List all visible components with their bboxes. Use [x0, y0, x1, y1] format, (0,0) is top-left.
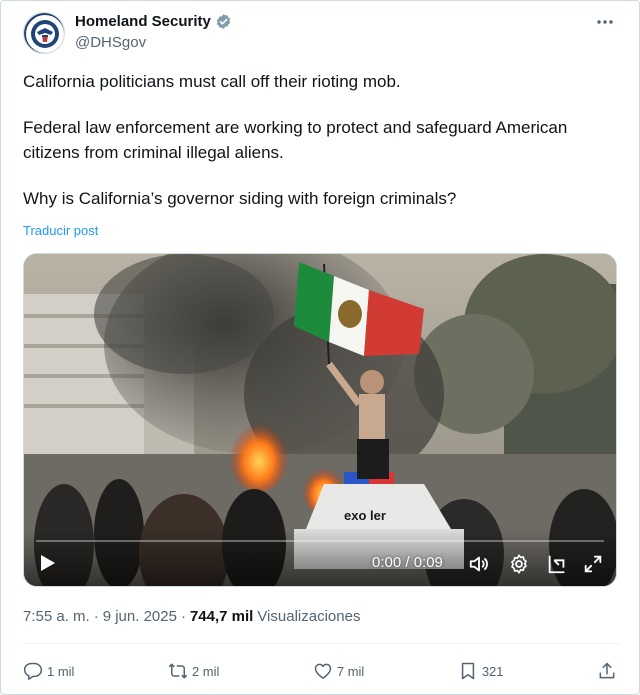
- fullscreen-icon[interactable]: [582, 553, 604, 575]
- account-names: Homeland Security @DHSgov: [75, 13, 232, 51]
- more-options-icon[interactable]: [591, 12, 619, 32]
- post-text: California politicians must call off the…: [23, 69, 623, 211]
- views-label: Visualizaciones: [257, 608, 361, 625]
- reply-icon: [23, 662, 43, 680]
- meta-separator: ·: [93, 608, 99, 625]
- post-text-line: Federal law enforcement are working to p…: [23, 118, 568, 137]
- pip-icon[interactable]: [546, 553, 568, 575]
- car-door-text: exo ler: [344, 508, 386, 523]
- verified-badge-icon: [216, 14, 231, 29]
- repost-button[interactable]: 2 mil: [168, 661, 219, 681]
- translate-post-link[interactable]: Traducir post: [23, 223, 98, 238]
- share-button[interactable]: [597, 661, 617, 681]
- post-actions: 1 mil 2 mil 7 mil 321: [23, 657, 617, 685]
- heart-icon: [314, 663, 332, 679]
- post-date[interactable]: 9 jun. 2025: [103, 608, 177, 625]
- dhs-seal-icon[interactable]: [23, 12, 65, 54]
- video-player[interactable]: exo ler 0:00 / 0:09: [23, 253, 617, 587]
- post-text-line: citizens from criminal illegal aliens.: [23, 143, 284, 162]
- post-text-line: Why is California’s governor siding with…: [23, 189, 457, 208]
- divider: [23, 643, 619, 644]
- bookmark-button[interactable]: 321: [458, 661, 504, 681]
- post-time[interactable]: 7:55 a. m.: [23, 608, 90, 625]
- repost-count: 2 mil: [191, 663, 220, 679]
- bookmark-icon: [461, 662, 474, 680]
- video-time: 0:00 / 0:09: [372, 554, 443, 571]
- post-card: Homeland Security @DHSgov California pol…: [0, 0, 640, 695]
- video-controls: 0:00 / 0:09: [24, 530, 616, 586]
- post-text-line: California politicians must call off the…: [23, 72, 401, 91]
- meta-separator: ·: [180, 608, 186, 625]
- like-button[interactable]: 7 mil: [313, 661, 364, 681]
- play-icon[interactable]: [36, 552, 58, 574]
- settings-icon[interactable]: [508, 553, 530, 575]
- reply-button[interactable]: 1 mil: [23, 661, 74, 681]
- bookmark-count: 321: [481, 663, 504, 679]
- post-meta: 7:55 a. m. · 9 jun. 2025 · 744,7 mil Vis…: [23, 608, 360, 625]
- account-name[interactable]: Homeland Security: [75, 13, 211, 30]
- views-count: 744,7 mil: [189, 608, 254, 625]
- repost-icon: [168, 663, 188, 679]
- like-count: 7 mil: [336, 663, 365, 679]
- volume-icon[interactable]: [468, 553, 490, 575]
- post-header: Homeland Security @DHSgov: [23, 12, 619, 56]
- share-icon: [599, 662, 615, 679]
- reply-count: 1 mil: [47, 663, 75, 679]
- account-handle[interactable]: @DHSgov: [75, 34, 232, 51]
- video-progress-bar[interactable]: [36, 540, 604, 542]
